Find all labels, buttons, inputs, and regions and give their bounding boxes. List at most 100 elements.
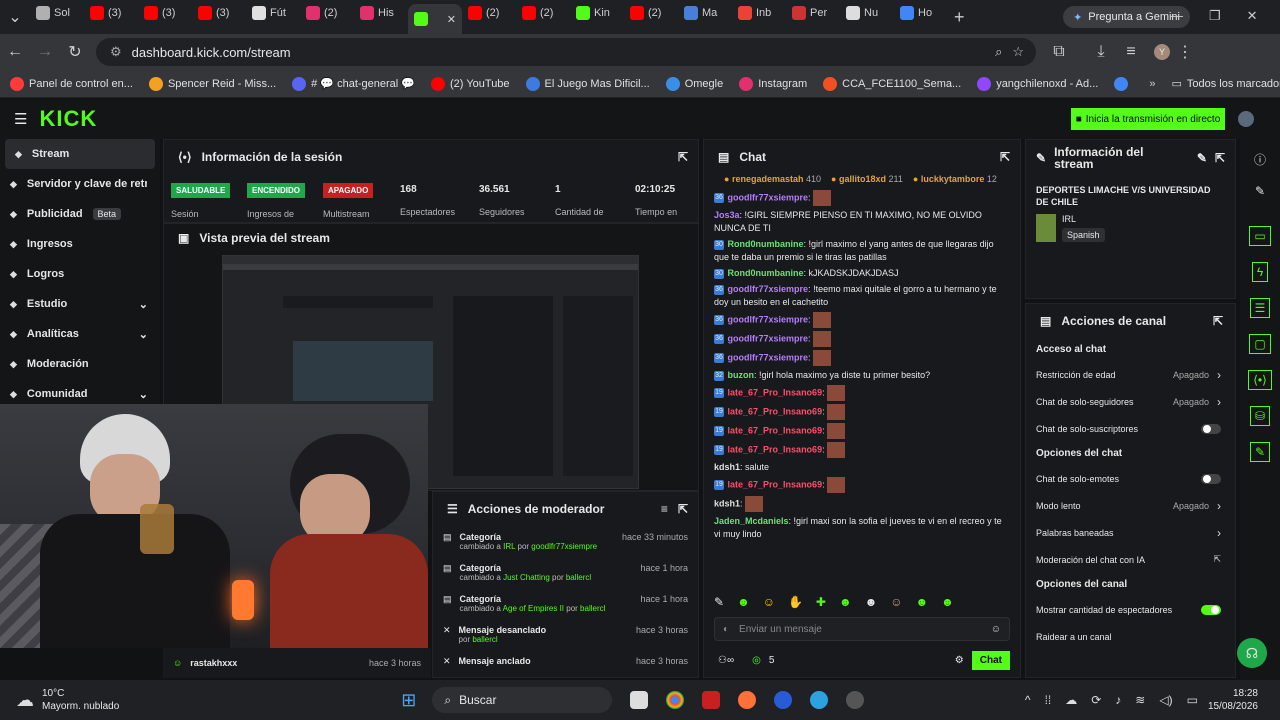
popout-icon[interactable]: ⇱ [678, 150, 688, 164]
filter-icon[interactable]: ≡ [661, 502, 668, 516]
chat-rail-icon[interactable]: ▢ [1249, 334, 1271, 354]
info-popout-icon[interactable]: ⇱ [1215, 151, 1225, 165]
bookmark-item[interactable]: Panel de control en... [10, 76, 133, 91]
tab-search-icon[interactable]: ⌄ [0, 7, 30, 27]
chat-username[interactable]: goodlfr77xsiempre [728, 352, 809, 362]
chat-username[interactable]: goodlfr77xsiempre [728, 333, 809, 343]
back-icon[interactable]: ← [0, 43, 30, 61]
weather-icon[interactable]: ☁ [16, 690, 34, 711]
taskbar-search[interactable]: ⌕ Buscar [432, 687, 613, 713]
top-chatter[interactable]: ● luckkytambore 12 [913, 174, 997, 184]
download-icon[interactable]: ⤓ [1086, 43, 1116, 61]
pencil-icon[interactable]: ✎ [1255, 184, 1265, 198]
panel-icon[interactable]: ▭ [1249, 226, 1271, 246]
top-chatter[interactable]: ● gallito18xd 211 [831, 174, 903, 184]
sidebar-item[interactable]: ◆ Publicidad Beta [0, 199, 160, 229]
chat-popout-icon[interactable]: ⇱ [1000, 150, 1010, 164]
mod-rail-icon[interactable]: ⛁ [1249, 406, 1271, 426]
channel-setting[interactable]: Mostrar cantidad de espectadores [1026, 596, 1235, 623]
channel-setting[interactable]: Chat de solo-suscriptores [1026, 415, 1235, 442]
sidebar-item[interactable]: ◆ Servidor y clave de retransmisión [0, 169, 160, 199]
emote-9-icon[interactable]: ☻ [916, 595, 929, 613]
new-tab-icon[interactable]: + [954, 7, 965, 28]
tray-sync-icon[interactable]: ⟳ [1091, 693, 1101, 707]
channel-setting[interactable]: Restricción de edad Apagado › [1026, 361, 1235, 388]
browser-tab[interactable]: Inb [732, 0, 786, 26]
zoom-icon[interactable]: ⌕ [995, 44, 1002, 60]
bookmark-item[interactable]: Instagram [739, 76, 807, 91]
profile-avatar[interactable]: Y [1154, 44, 1170, 60]
chat-username[interactable]: goodlfr77xsiempre [728, 284, 809, 294]
emote-7-icon[interactable]: ☻ [865, 595, 878, 613]
browser-tab[interactable]: Fút [246, 0, 300, 26]
edit-icon[interactable]: ✎ [1197, 151, 1207, 165]
sidebar-item[interactable]: ◆ Ingresos [0, 229, 160, 259]
wifi-icon[interactable]: ≋ [1135, 693, 1145, 707]
mod-action-user[interactable]: ballercl [472, 635, 497, 644]
session-rail-icon[interactable]: ⟨•⟩ [1248, 370, 1272, 390]
forward-icon[interactable]: → [30, 43, 60, 61]
browser-tab[interactable]: (3) [84, 0, 138, 26]
browser-tab[interactable]: Nu [840, 0, 894, 26]
app-gray-icon[interactable] [846, 691, 865, 709]
browser-tab[interactable]: (2) [624, 0, 678, 26]
browser-tab[interactable]: His [354, 0, 408, 26]
mod-action-user[interactable]: ballercl [580, 604, 605, 613]
channel-setting[interactable]: Chat de solo-seguidores Apagado › [1026, 388, 1235, 415]
menu-icon[interactable]: ⋮ [1170, 42, 1200, 62]
browser-tab[interactable]: Per [786, 0, 840, 26]
chat-username[interactable]: Jos3a [714, 210, 740, 220]
chat-username[interactable]: late_67_Pro_Insano69 [728, 387, 823, 397]
browser-tab[interactable]: Kin [570, 0, 624, 26]
mod-popout-icon[interactable]: ⇱ [678, 502, 688, 516]
browser-tab[interactable]: (3) [192, 0, 246, 26]
mic-icon[interactable]: ♪ [1115, 693, 1121, 707]
sidebar-item[interactable]: ◆ Estudio ⌄ [0, 289, 160, 319]
emote-2-icon[interactable]: ☻ [737, 595, 750, 613]
bookmark-item[interactable]: CCA_FCE1100_Sema... [823, 76, 961, 91]
emote-6-icon[interactable]: ☻ [839, 595, 852, 613]
bolt-icon[interactable]: ϟ [1251, 262, 1269, 282]
clock[interactable]: 18:28 15/08/2026 [1208, 687, 1258, 713]
kick-logo[interactable]: KICK [39, 106, 97, 132]
sidebar-item[interactable]: ◆ Analíticas ⌄ [0, 319, 160, 349]
bookmark-star-icon[interactable]: ☆ [1012, 44, 1024, 60]
chat-send-button[interactable]: Chat [971, 650, 1010, 670]
chat-username[interactable]: buzon [728, 370, 755, 380]
user-avatar[interactable] [1238, 111, 1254, 127]
channel-setting[interactable]: Raidear a un canal [1026, 623, 1235, 650]
url-field[interactable]: ⚙ dashboard.kick.com/stream ⌕ ☆ [96, 38, 1036, 66]
tools-rail-icon[interactable]: ✎ [1249, 442, 1271, 462]
chat-username[interactable]: late_67_Pro_Insano69 [728, 406, 823, 416]
browser-tab[interactable]: (2) [462, 0, 516, 26]
reload-icon[interactable]: ↻ [60, 42, 90, 62]
browser-tab[interactable]: (2) [516, 0, 570, 26]
channel-setting[interactable]: Chat de solo-emotes [1026, 465, 1235, 492]
emote-8-icon[interactable]: ☺ [890, 595, 902, 613]
browser-tab[interactable]: (2) [300, 0, 354, 26]
site-info-icon[interactable]: ⚙ [110, 44, 122, 60]
app-red-icon[interactable] [702, 691, 721, 709]
chat-input[interactable]: ◐ Enviar un mensaje ☺ [714, 617, 1010, 641]
chat-username[interactable]: Rond0numbanine [728, 268, 804, 278]
chat-username[interactable]: Jaden_Mcdaniels [714, 516, 789, 526]
channel-setting[interactable]: Moderación del chat con IA ⇱ [1026, 546, 1235, 573]
emoji-picker-icon[interactable]: ☺ [991, 624, 1001, 635]
info-icon[interactable]: ⓘ [1254, 151, 1266, 168]
weather-widget[interactable]: 10°C Mayorm. nublado [42, 687, 119, 713]
bookmark-item[interactable]: # 💬 chat-general 💬 [292, 76, 415, 91]
chat-username[interactable]: late_67_Pro_Insano69 [728, 444, 823, 454]
go-live-button[interactable]: ■ Inicia la transmisión en directo [1071, 108, 1225, 130]
emote-1-icon[interactable]: ✎ [714, 595, 724, 613]
chat-gear-icon[interactable]: ⚙ [955, 655, 964, 666]
start-icon[interactable]: ⊞ [401, 690, 416, 711]
bookmark-item[interactable]: yangchilenoxd - Ad... [977, 76, 1098, 91]
emote-4-icon[interactable]: ✋ [788, 595, 803, 613]
chat-username[interactable]: kdsh1 [714, 498, 740, 508]
browser-tab[interactable]: Ho [894, 0, 948, 26]
extensions-icon[interactable]: ⧉ [1044, 43, 1074, 61]
toggle-switch[interactable] [1201, 604, 1221, 615]
bookmark-item[interactable]: Omegle [665, 76, 723, 91]
toggle-switch[interactable] [1201, 423, 1221, 434]
tray-cloud-icon[interactable]: ☁ [1065, 693, 1077, 707]
